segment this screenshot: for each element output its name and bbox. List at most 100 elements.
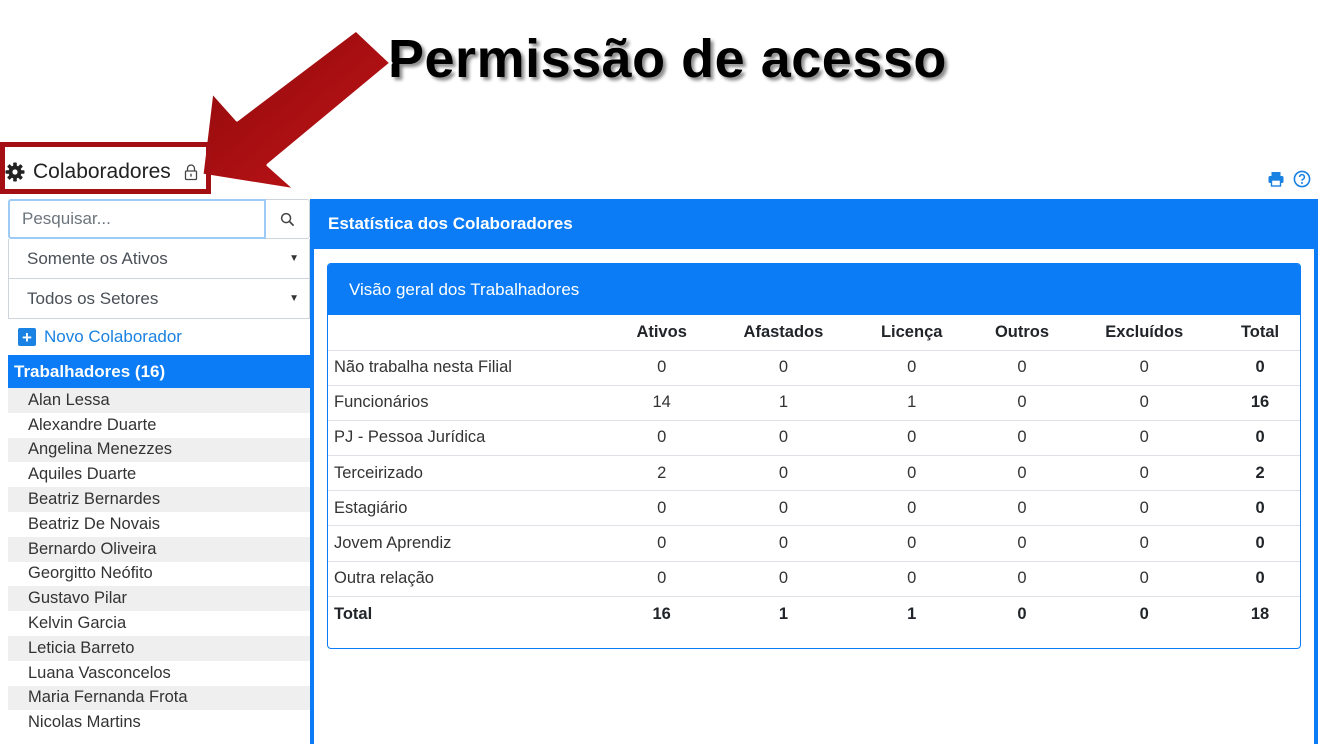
card-title: Visão geral dos Trabalhadores [328, 264, 1300, 315]
table-cell: 1 [847, 385, 976, 421]
table-cell: 0 [847, 455, 976, 492]
worker-list-item[interactable]: Maria Fernanda Frota [8, 685, 310, 711]
chevron-down-icon: ▼ [289, 293, 299, 304]
main-header: Estatística dos Colaboradores [314, 199, 1314, 249]
plus-icon: + [18, 328, 36, 346]
table-row: Estagiário 0 0 0 0 0 0 [328, 490, 1300, 527]
total-cell: 0 [1139, 604, 1149, 623]
status-filter-select[interactable]: Somente os Ativos ▼ [8, 239, 310, 279]
table-cell: 16 [1220, 385, 1300, 421]
table-cell: 0 [975, 350, 1069, 386]
lock-icon[interactable] [183, 163, 199, 181]
row-label: Funcionários [328, 385, 605, 421]
total-cell: 16 [652, 604, 671, 623]
total-cell: 1 [907, 604, 917, 623]
worker-list-item[interactable]: Alexandre Duarte [8, 413, 310, 438]
worker-list-item[interactable]: Leticia Barreto [8, 635, 310, 661]
table-cell: 0 [847, 490, 976, 527]
table-row: Jovem Aprendiz 0 0 0 0 0 0 [328, 525, 1300, 562]
worker-list-item[interactable]: Beatriz De Novais [8, 512, 310, 537]
table-cell: 0 [604, 420, 720, 457]
worker-list-item[interactable]: Luana Vasconcelos [8, 661, 310, 686]
column-header: Outros [975, 315, 1069, 351]
search-input[interactable] [8, 199, 266, 239]
column-header: Afastados [719, 315, 848, 351]
table-cell: 0 [604, 561, 720, 597]
table-cell: 0 [1220, 420, 1300, 457]
worker-list-item[interactable]: Bernardo Oliveira [8, 536, 310, 562]
table-cell: 0 [975, 525, 1069, 562]
help-icon[interactable] [1293, 170, 1311, 188]
table-cell: 2 [1220, 455, 1300, 492]
column-header: Licença [847, 315, 976, 351]
module-title: Colaboradores [33, 160, 171, 183]
table-cell: 0 [1068, 455, 1221, 492]
total-cell: 0 [1017, 604, 1027, 623]
status-filter-value: Somente os Ativos [27, 248, 168, 268]
chevron-down-icon: ▼ [289, 253, 299, 264]
table-cell: 0 [1220, 525, 1300, 562]
table-cell: 0 [1068, 561, 1221, 597]
table-header-row: Ativos Afastados Licença Outros Excluídos Tot… [328, 315, 1300, 351]
worker-list-item[interactable]: Kelvin Garcia [8, 611, 310, 636]
table-row: Não trabalha nesta Filial 0 0 0 0 0 0 [328, 350, 1300, 386]
table-cell: 0 [847, 350, 976, 386]
table-cell: 0 [604, 350, 720, 386]
sidebar: Somente os Ativos ▼ Todos os Setores ▼ +… [8, 199, 310, 735]
worker-list-item[interactable]: Aquiles Duarte [8, 462, 310, 487]
new-collaborator-label: Novo Colaborador [44, 327, 182, 346]
worker-list-item[interactable]: Gustavo Pilar [8, 586, 310, 612]
worker-list-item[interactable]: Georgitto Neófito [8, 562, 310, 587]
table-cell: 0 [847, 420, 976, 457]
stats-table: Ativos Afastados Licença Outros Excluídos Tot… [328, 315, 1300, 632]
table-cell: 0 [975, 420, 1069, 457]
row-label: Não trabalha nesta Filial [328, 350, 605, 386]
table-cell: 0 [975, 455, 1069, 492]
workers-header: Trabalhadores (16) [8, 355, 310, 388]
column-header: Total [1220, 315, 1300, 351]
table-cell: 1 [719, 385, 848, 421]
table-cell: 0 [975, 561, 1069, 597]
table-cell: 0 [847, 561, 976, 597]
table-cell: 0 [1068, 385, 1221, 421]
sector-filter-value: Todos os Setores [27, 288, 159, 308]
column-header: Excluídos [1068, 315, 1221, 351]
table-cell: 0 [604, 490, 720, 527]
table-cell: 0 [1220, 490, 1300, 527]
table-row: Funcionários 14 1 1 0 0 16 [328, 385, 1300, 421]
table-cell: 0 [847, 525, 976, 562]
row-label: Terceirizado [328, 455, 605, 492]
table-total-row: Total 16 1 1 0 0 18 [328, 596, 1300, 631]
printer-icon[interactable] [1267, 170, 1285, 188]
table-row: Terceirizado 2 0 0 0 0 2 [328, 455, 1300, 492]
table-cell: 0 [1068, 420, 1221, 457]
column-header-label [328, 315, 605, 351]
total-row-label: Total [334, 604, 373, 623]
search-row [8, 199, 310, 239]
table-cell: 0 [975, 385, 1069, 421]
table-cell: 0 [1068, 350, 1221, 386]
table-cell: 0 [719, 561, 848, 597]
table-cell: 0 [719, 525, 848, 562]
table-cell: 0 [719, 350, 848, 386]
total-cell: 18 [1250, 604, 1270, 623]
new-collaborator-button[interactable]: + Novo Colaborador [8, 319, 310, 355]
sector-filter-select[interactable]: Todos os Setores ▼ [8, 279, 310, 319]
worker-list-item[interactable]: Beatriz Bernardes [8, 487, 310, 512]
annotation-title: Permissão de acesso [388, 29, 947, 89]
main-panel: Estatística dos Colaboradores Visão gera… [310, 199, 1318, 744]
column-header: Ativos [604, 315, 720, 351]
search-button[interactable] [266, 199, 310, 239]
table-cell: 0 [719, 455, 848, 492]
module-header: Colaboradores [5, 156, 199, 188]
worker-list-item[interactable]: Alan Lessa [8, 388, 310, 413]
row-label: Estagiário [328, 490, 605, 527]
gear-icon[interactable] [5, 162, 25, 182]
table-cell: 14 [604, 385, 720, 421]
worker-list-item[interactable]: Angelina Menezzes [8, 437, 310, 463]
table-cell: 2 [604, 455, 720, 492]
table-cell: 0 [719, 490, 848, 527]
row-label: PJ - Pessoa Jurídica [328, 420, 605, 457]
worker-list-item[interactable]: Nicolas Martins [8, 710, 310, 735]
total-cell: 1 [778, 604, 789, 623]
